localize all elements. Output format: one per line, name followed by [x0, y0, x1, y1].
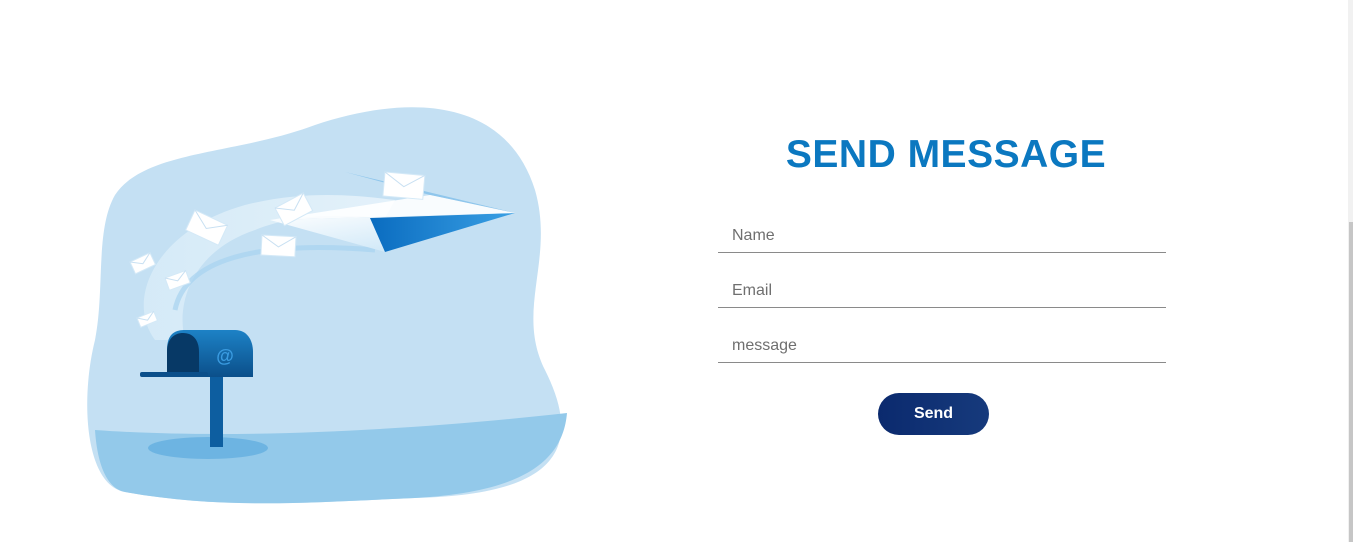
name-field[interactable] — [718, 219, 1166, 253]
mailbox-at-symbol: @ — [216, 346, 234, 366]
scrollbar-thumb[interactable] — [1349, 222, 1353, 542]
mail-illustration: @ — [87, 107, 567, 504]
contact-page: @ SEND MESSAGE Send — [0, 0, 1353, 542]
email-field[interactable] — [718, 274, 1166, 308]
message-field[interactable] — [718, 329, 1166, 363]
send-button[interactable]: Send — [878, 393, 989, 435]
contact-form: SEND MESSAGE Send — [718, 132, 1166, 435]
form-title: SEND MESSAGE — [785, 133, 1107, 176]
mailbox-shadow — [148, 437, 268, 459]
